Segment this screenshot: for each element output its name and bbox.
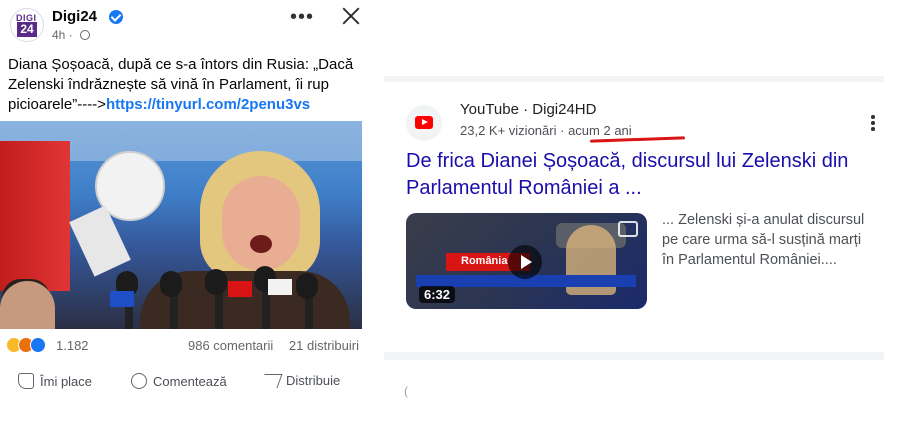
close-icon[interactable] — [338, 3, 364, 29]
meta-separator: · — [560, 123, 565, 138]
post-photo[interactable] — [0, 121, 362, 329]
result-title-link[interactable]: De frica Dianei Șoșoacă, discursul lui Z… — [406, 148, 876, 202]
result-source[interactable]: YouTube · Digi24HD — [460, 101, 596, 118]
share-button[interactable]: Distribuie — [259, 373, 341, 388]
post-stats: 986 comentarii 21 distribuiri — [188, 338, 359, 353]
shares-count[interactable]: 21 distribuiri — [289, 338, 359, 353]
share-label: Distribuie — [286, 373, 341, 388]
microphone — [296, 273, 318, 299]
thumbnail-tag-text: România — [461, 255, 508, 267]
like-label: Îmi place — [40, 374, 93, 389]
microphone-flag — [110, 291, 134, 307]
post-header: DIGI 24 Digi24 4h · ••• — [10, 6, 362, 46]
like-reaction-icon — [30, 337, 46, 353]
divider — [384, 352, 884, 360]
reactions-count: 1.182 — [56, 338, 89, 353]
photo-man — [0, 281, 55, 329]
post-text: Diana Șoșoacă, după ce s-a întors din Ru… — [8, 55, 358, 115]
page-avatar[interactable]: DIGI 24 — [10, 8, 44, 42]
microphone-flag — [228, 281, 252, 297]
thumbs-up-icon — [18, 373, 34, 389]
search-result-card: YouTube · Digi24HD 23,2 K+ vizionări · a… — [384, 72, 884, 362]
photo-mouth — [250, 235, 272, 253]
more-options-icon[interactable] — [871, 115, 875, 131]
result-age: acum 2 ani — [568, 123, 632, 138]
time-ago[interactable]: 4h — [52, 28, 65, 42]
post-meta: 4h · — [52, 28, 91, 42]
divider — [384, 76, 884, 82]
facebook-post: DIGI 24 Digi24 4h · ••• Diana Șoșoacă, d… — [0, 0, 362, 423]
verified-badge-icon — [109, 10, 123, 24]
play-icon[interactable] — [508, 245, 542, 279]
more-options-icon[interactable]: ••• — [290, 6, 314, 29]
globe-icon — [80, 30, 91, 40]
like-button[interactable]: Îmi place — [18, 373, 92, 389]
result-snippet: ... Zelenski și-a anulat discursul pe ca… — [662, 212, 865, 268]
video-duration: 6:32 — [419, 286, 456, 303]
photo-face — [222, 176, 300, 271]
logo-box: 24 — [17, 22, 37, 37]
comment-label: Comentează — [153, 374, 227, 389]
post-link[interactable]: https://tinyurl.com/2penu3vs — [106, 96, 310, 113]
expand-icon[interactable] — [618, 221, 638, 237]
microphone — [205, 269, 227, 295]
comments-count[interactable]: 986 comentarii — [188, 338, 273, 353]
photo-flag — [0, 141, 70, 291]
comment-button[interactable]: Comentează — [131, 373, 227, 389]
microphone-flag — [268, 279, 292, 295]
footer-glyph: ( — [404, 384, 408, 398]
result-meta: 23,2 K+ vizionări · acum 2 ani — [460, 123, 632, 138]
page-name[interactable]: Digi24 — [52, 8, 97, 25]
share-icon — [259, 374, 283, 388]
youtube-favicon-icon — [406, 105, 442, 141]
meta-dot: · — [68, 28, 73, 42]
result-views: 23,2 K+ vizionări — [460, 123, 557, 138]
microphone — [160, 271, 182, 297]
post-actions: Îmi place Comentează Distribuie — [0, 368, 362, 396]
video-thumbnail[interactable]: România 6:32 — [406, 213, 647, 309]
comment-icon — [131, 373, 147, 389]
